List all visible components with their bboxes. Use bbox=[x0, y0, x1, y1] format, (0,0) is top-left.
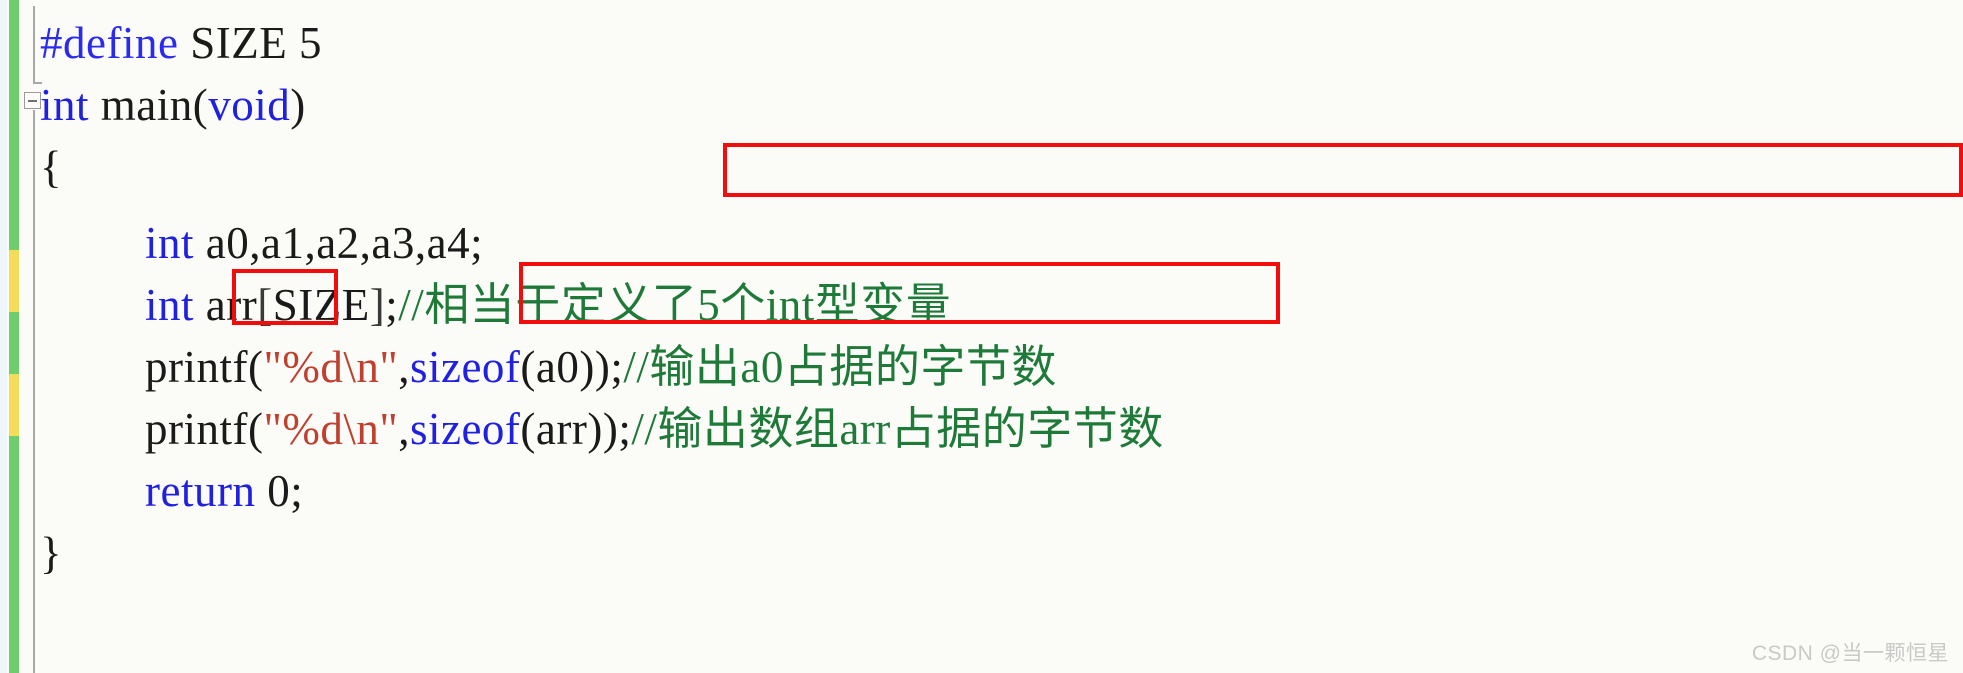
code-token-punct: ( bbox=[192, 80, 209, 130]
vcs-mark-added[interactable] bbox=[9, 312, 19, 374]
code-editor-screenshot: #define SIZE 5 int main(void){int a0,a1,a… bbox=[0, 0, 1963, 673]
csdn-watermark: CSDN @当一颗恒星 bbox=[1751, 642, 1949, 665]
code-token-punct: ; bbox=[290, 466, 304, 516]
code-token-str: "%d\n" bbox=[263, 404, 399, 454]
code-token-punct: , bbox=[398, 404, 410, 454]
code-token-punct: , bbox=[398, 342, 410, 392]
code-token-plain: SIZE bbox=[178, 18, 299, 68]
code-token-num: 5 bbox=[298, 18, 322, 68]
code-token-kw: sizeof bbox=[409, 342, 521, 392]
code-token-plain: printf bbox=[145, 404, 248, 454]
line-printf-a0[interactable]: printf("%d\n",sizeof(a0));//输出a0占据的字节数 bbox=[40, 336, 1963, 398]
code-token-plain: printf bbox=[145, 342, 248, 392]
code-token-punct: { bbox=[40, 142, 63, 192]
code-token-str: "%d\n" bbox=[263, 342, 399, 392]
code-token-punct: ( bbox=[247, 404, 264, 454]
code-token-brk: [ bbox=[257, 280, 273, 330]
code-token-pre: #define bbox=[40, 18, 179, 68]
code-token-plain: (a0)); bbox=[520, 342, 624, 392]
code-token-cmt: //相当于定义了5个int型变量 bbox=[398, 280, 952, 330]
code-token-kw: void bbox=[208, 80, 291, 130]
code-token-kw: return bbox=[145, 466, 256, 516]
code-token-plain: a0,a1,a2,a3,a4 bbox=[194, 218, 471, 268]
code-token-punct: } bbox=[40, 528, 63, 578]
code-folding-column[interactable] bbox=[22, 0, 42, 673]
code-token-plain: SIZE bbox=[272, 280, 370, 330]
line-decl-array[interactable]: int arr[SIZE];//相当于定义了5个int型变量 bbox=[40, 274, 1963, 336]
code-token-kw: int bbox=[40, 80, 90, 130]
source-code-area[interactable]: #define SIZE 5 int main(void){int a0,a1,a… bbox=[40, 0, 1963, 673]
line-define[interactable]: #define SIZE 5 bbox=[40, 12, 1940, 74]
line-printf-arr[interactable]: printf("%d\n",sizeof(arr));//输出数组arr占据的字… bbox=[40, 398, 1963, 460]
code-token-plain: main bbox=[89, 80, 193, 130]
fold-guide-define bbox=[33, 6, 42, 84]
code-token-punct: ( bbox=[247, 342, 264, 392]
code-token-kw: int bbox=[145, 280, 206, 330]
code-token-plain: (arr)); bbox=[520, 404, 632, 454]
code-token-kw: int bbox=[145, 218, 195, 268]
line-decl-scalars[interactable]: int a0,a1,a2,a3,a4; bbox=[40, 212, 1963, 274]
code-token-cmt: //输出a0占据的字节数 bbox=[623, 342, 1057, 392]
line-return[interactable]: return 0; bbox=[40, 460, 1963, 522]
code-token-punct: ) bbox=[290, 80, 306, 130]
fold-collapse-toggle-main[interactable] bbox=[24, 92, 41, 109]
code-token-cmt: //输出数组arr占据的字节数 bbox=[631, 404, 1164, 454]
code-token-plain: arr bbox=[205, 280, 258, 330]
line-main[interactable]: int main(void) bbox=[40, 74, 1940, 136]
code-token-punct: ; bbox=[470, 218, 484, 268]
vcs-mark-added[interactable] bbox=[9, 0, 19, 250]
code-token-plain: 0 bbox=[255, 466, 291, 516]
vcs-mark-modified[interactable] bbox=[9, 250, 19, 312]
fold-guide-main-body bbox=[33, 110, 35, 673]
vcs-mark-added[interactable] bbox=[9, 436, 19, 673]
code-token-brk: ] bbox=[369, 280, 386, 330]
line-close-brace[interactable]: } bbox=[40, 522, 1940, 584]
gutter-edge-strip bbox=[0, 0, 7, 673]
code-token-punct: ; bbox=[385, 280, 399, 330]
vcs-change-gutter[interactable] bbox=[0, 0, 22, 673]
vcs-mark-modified[interactable] bbox=[9, 374, 19, 436]
code-token-kw: sizeof bbox=[409, 404, 521, 454]
line-open-brace[interactable]: { bbox=[40, 136, 1940, 198]
